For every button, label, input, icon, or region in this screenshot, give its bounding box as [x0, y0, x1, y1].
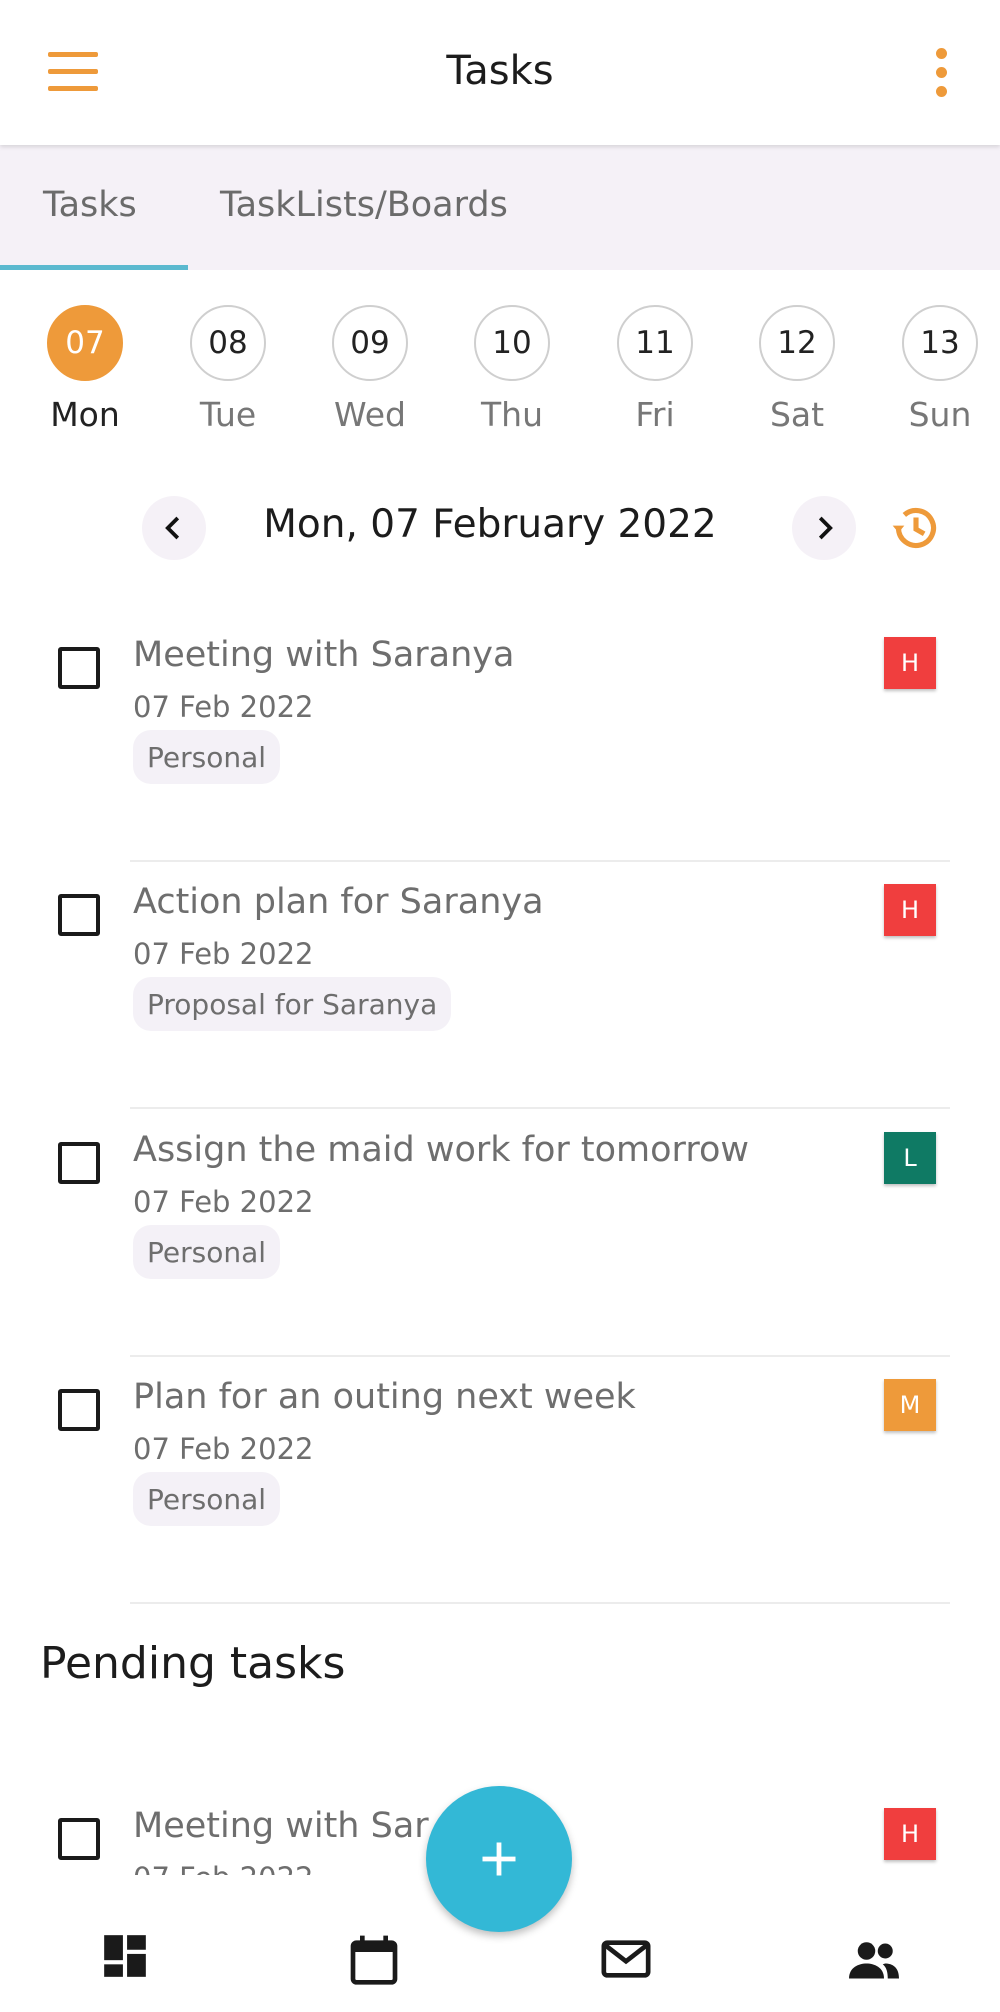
priority-badge: L [884, 1132, 936, 1184]
day-item[interactable]: 08 Tue [173, 305, 283, 434]
dashboard-icon[interactable] [100, 1931, 150, 1985]
task-item[interactable]: Meeting with Saranya 07 Feb 2022 Persona… [0, 615, 1000, 862]
day-name: Thu [481, 395, 543, 434]
task-title: Plan for an outing next week [133, 1377, 636, 1417]
day-name: Wed [334, 395, 406, 434]
mail-icon[interactable] [598, 1931, 654, 1991]
day-name: Sat [769, 395, 825, 434]
day-number: 09 [332, 305, 408, 381]
app-bar: Tasks [0, 0, 1000, 145]
day-number: 10 [474, 305, 550, 381]
task-list-chip: Personal [133, 730, 281, 784]
day-number: 07 [47, 305, 123, 381]
task-date: 07 Feb 2022 [133, 1432, 314, 1466]
task-date: 07 Feb 2022 [133, 937, 314, 971]
task-checkbox[interactable] [58, 894, 100, 936]
calendar-icon[interactable] [346, 1931, 402, 1991]
more-options-icon[interactable] [930, 48, 954, 98]
next-day-button[interactable] [792, 496, 856, 560]
task-checkbox[interactable] [58, 1389, 100, 1431]
day-number: 13 [902, 305, 978, 381]
divider [130, 1107, 950, 1109]
task-title: Action plan for Saranya [133, 882, 544, 922]
day-number: 11 [617, 305, 693, 381]
priority-badge: H [884, 637, 936, 689]
task-list-chip: Proposal for Saranya [133, 977, 452, 1031]
task-list-chip: Personal [133, 1225, 281, 1279]
day-item[interactable]: 07 Mon [30, 305, 140, 434]
history-icon[interactable] [888, 500, 944, 556]
day-number: 12 [759, 305, 835, 381]
tab-tasks[interactable]: Tasks [43, 185, 137, 225]
task-title: Assign the maid work for tomorrow [133, 1130, 749, 1170]
task-date: 07 Feb 2022 [133, 1185, 314, 1219]
task-list-chip: Personal [133, 1472, 281, 1526]
task-title: Meeting with Saranya [133, 635, 515, 675]
task-checkbox[interactable] [58, 1142, 100, 1184]
day-item[interactable]: 10 Thu [457, 305, 567, 434]
tab-bar: Tasks TaskLists/Boards [0, 145, 1000, 270]
day-item[interactable]: 13 Sun [885, 305, 995, 434]
day-number: 08 [190, 305, 266, 381]
task-title: Meeting with Sar [133, 1806, 429, 1846]
priority-badge: M [884, 1379, 936, 1431]
pending-tasks-heading: Pending tasks [40, 1638, 346, 1689]
day-item[interactable]: 11 Fri [600, 305, 710, 434]
current-date: Mon, 07 February 2022 [263, 502, 717, 547]
divider [130, 1602, 950, 1604]
tab-tasklists-boards[interactable]: TaskLists/Boards [220, 185, 508, 225]
plus-icon [482, 1842, 516, 1876]
day-name: Tue [199, 395, 257, 434]
task-item[interactable]: Plan for an outing next week 07 Feb 2022… [0, 1357, 1000, 1604]
active-tab-indicator [0, 265, 188, 270]
chevron-left-icon [165, 516, 180, 540]
previous-day-button[interactable] [142, 496, 206, 560]
day-name: Sun [908, 395, 972, 434]
task-date: 07 Feb 2022 [133, 690, 314, 724]
priority-badge: H [884, 1808, 936, 1860]
task-checkbox[interactable] [58, 647, 100, 689]
task-checkbox[interactable] [58, 1818, 100, 1860]
day-name: Mon [50, 395, 120, 434]
priority-badge: H [884, 884, 936, 936]
task-item[interactable]: Assign the maid work for tomorrow 07 Feb… [0, 1110, 1000, 1357]
task-item[interactable]: Action plan for Saranya 07 Feb 2022 Prop… [0, 862, 1000, 1109]
day-item[interactable]: 12 Sat [742, 305, 852, 434]
add-task-button[interactable] [426, 1786, 572, 1932]
people-icon[interactable] [844, 1931, 904, 1995]
day-item[interactable]: 09 Wed [315, 305, 425, 434]
day-name: Fri [635, 395, 675, 434]
chevron-right-icon [818, 516, 833, 540]
page-title: Tasks [446, 48, 554, 94]
